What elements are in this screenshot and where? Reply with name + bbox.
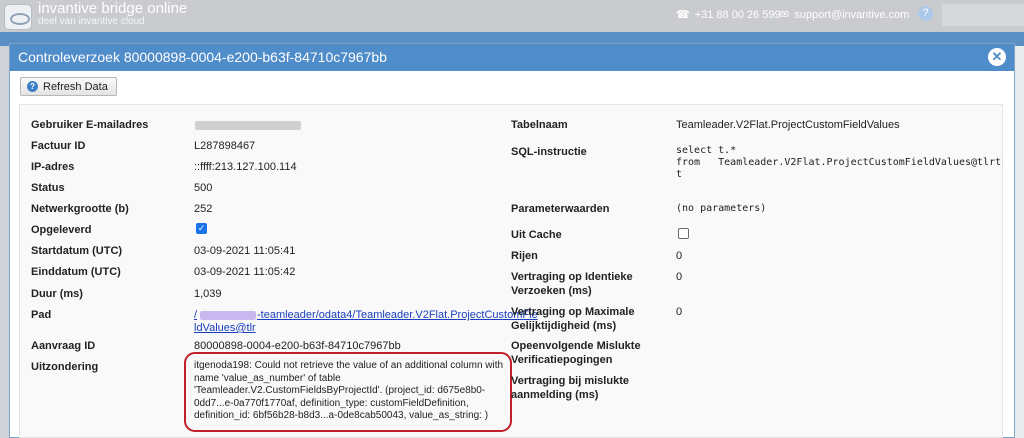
failed-auth-label-line2: Verificatiepogingen — [511, 354, 613, 366]
background-page-content — [1014, 46, 1024, 438]
start-date-value: 03-09-2021 11:05:41 — [194, 245, 296, 257]
request-id-value: 80000898-0004-e200-b63f-84710c7967bb — [194, 340, 401, 352]
delivered-checkbox[interactable]: ✓ — [196, 223, 207, 234]
dialog-titlebar[interactable]: Controleverzoek 80000898-0004-e200-b63f-… — [10, 44, 1014, 71]
rows-value: 0 — [676, 250, 683, 262]
path-host-redacted — [200, 311, 256, 320]
start-date-label: Startdatum (UTC) — [31, 245, 123, 257]
brand-tagline: deel van invantive cloud — [38, 16, 145, 27]
delay-identical-label-line2: Verzoeken (ms) — [511, 285, 592, 297]
delay-max-concurrency-value: 0 — [676, 306, 683, 318]
end-date-value: 03-09-2021 11:05:42 — [194, 266, 296, 278]
sql-statement-line2: from Teamleader.V2Flat.ProjectCustomFiel… — [676, 157, 1002, 168]
parameter-values-value: (no parameters) — [676, 203, 767, 214]
failed-login-delay-label-line2: aanmelding (ms) — [511, 389, 599, 401]
path-link-line2[interactable]: ldValues@tlr — [194, 321, 256, 335]
sql-statement-line3: t — [676, 169, 683, 180]
table-name-label: Tabelnaam — [511, 119, 568, 131]
rows-label: Rijen — [511, 250, 538, 262]
exception-highlight-box — [184, 352, 512, 432]
brand-name: invantive bridge online — [38, 0, 188, 17]
path-link-line1[interactable]: -teamleader/odata4/Teamleader.V2Flat.Pro… — [257, 308, 538, 322]
close-icon[interactable]: ✕ — [988, 48, 1006, 66]
from-cache-checkbox[interactable] — [678, 228, 689, 239]
invantive-logo-icon — [4, 4, 32, 30]
delivered-label: Opgeleverd — [31, 224, 92, 236]
path-label: Pad — [31, 309, 52, 321]
delay-identical-label: Vertraging op Identieke Verzoeken (ms) — [511, 270, 633, 298]
ip-address-label: IP-adres — [31, 161, 75, 173]
exception-label: Uitzondering — [31, 361, 99, 373]
sql-statement-label: SQL-instructie — [511, 146, 587, 158]
delay-max-label-line1: Vertraging op Maximale — [511, 306, 635, 318]
phone-icon: ☎ — [676, 9, 690, 21]
status-value: 500 — [194, 182, 213, 194]
parameter-values-label: Parameterwaarden — [511, 203, 610, 215]
path-link-prefix[interactable]: / — [194, 308, 197, 322]
end-date-label: Einddatum (UTC) — [31, 266, 121, 278]
from-cache-label: Uit Cache — [511, 229, 562, 241]
phone-number: +31 88 00 26 599 — [694, 8, 781, 21]
invoice-id-value: L287898467 — [194, 140, 256, 152]
email-contact[interactable]: ✉ support@invantive.com — [780, 8, 910, 22]
help-icon[interactable]: ? — [918, 6, 933, 21]
user-menu[interactable] — [942, 4, 1024, 26]
table-name-value: Teamleader.V2Flat.ProjectCustomFieldValu… — [676, 119, 900, 131]
request-id-label: Aanvraag ID — [31, 340, 96, 352]
sql-statement-line1: select t.* — [676, 145, 737, 156]
dialog-toolbar: ? Refresh Data — [10, 71, 1014, 101]
network-size-label: Netwerkgrootte (b) — [31, 203, 129, 215]
refresh-data-label: Refresh Data — [43, 80, 108, 93]
top-navigation-bar: invantive bridge online deel van invanti… — [0, 0, 1024, 32]
phone-contact[interactable]: ☎ +31 88 00 26 599 — [676, 8, 781, 22]
failed-login-delay-label: Vertraging bij mislukte aanmelding (ms) — [511, 374, 629, 402]
failed-auth-attempts-label: Opeenvolgende Mislukte Verificatiepoging… — [511, 339, 641, 367]
delay-identical-value: 0 — [676, 271, 683, 283]
envelope-icon: ✉ — [780, 9, 790, 21]
question-icon: ? — [27, 81, 38, 92]
support-email: support@invantive.com — [794, 8, 910, 21]
failed-auth-label-line1: Opeenvolgende Mislukte — [511, 340, 641, 352]
failed-login-delay-label-line1: Vertraging bij mislukte — [511, 375, 629, 387]
ip-address-value: ::ffff:213.127.100.114 — [194, 161, 297, 173]
email-value-redacted — [195, 121, 301, 130]
dialog-title: Controleverzoek 80000898-0004-e200-b63f-… — [18, 49, 387, 65]
duration-label: Duur (ms) — [31, 288, 83, 300]
status-label: Status — [31, 182, 65, 194]
delay-max-label-line2: Gelijktijdigheid (ms) — [511, 320, 617, 332]
delay-identical-label-line1: Vertraging op Identieke — [511, 271, 633, 283]
duration-value: 1,039 — [194, 288, 222, 300]
email-label: Gebruiker E-mailadres — [31, 119, 149, 131]
invoice-id-label: Factuur ID — [31, 140, 86, 152]
refresh-data-button[interactable]: ? Refresh Data — [20, 77, 117, 96]
network-size-value: 252 — [194, 203, 213, 215]
delay-max-concurrency-label: Vertraging op Maximale Gelijktijdigheid … — [511, 305, 634, 333]
